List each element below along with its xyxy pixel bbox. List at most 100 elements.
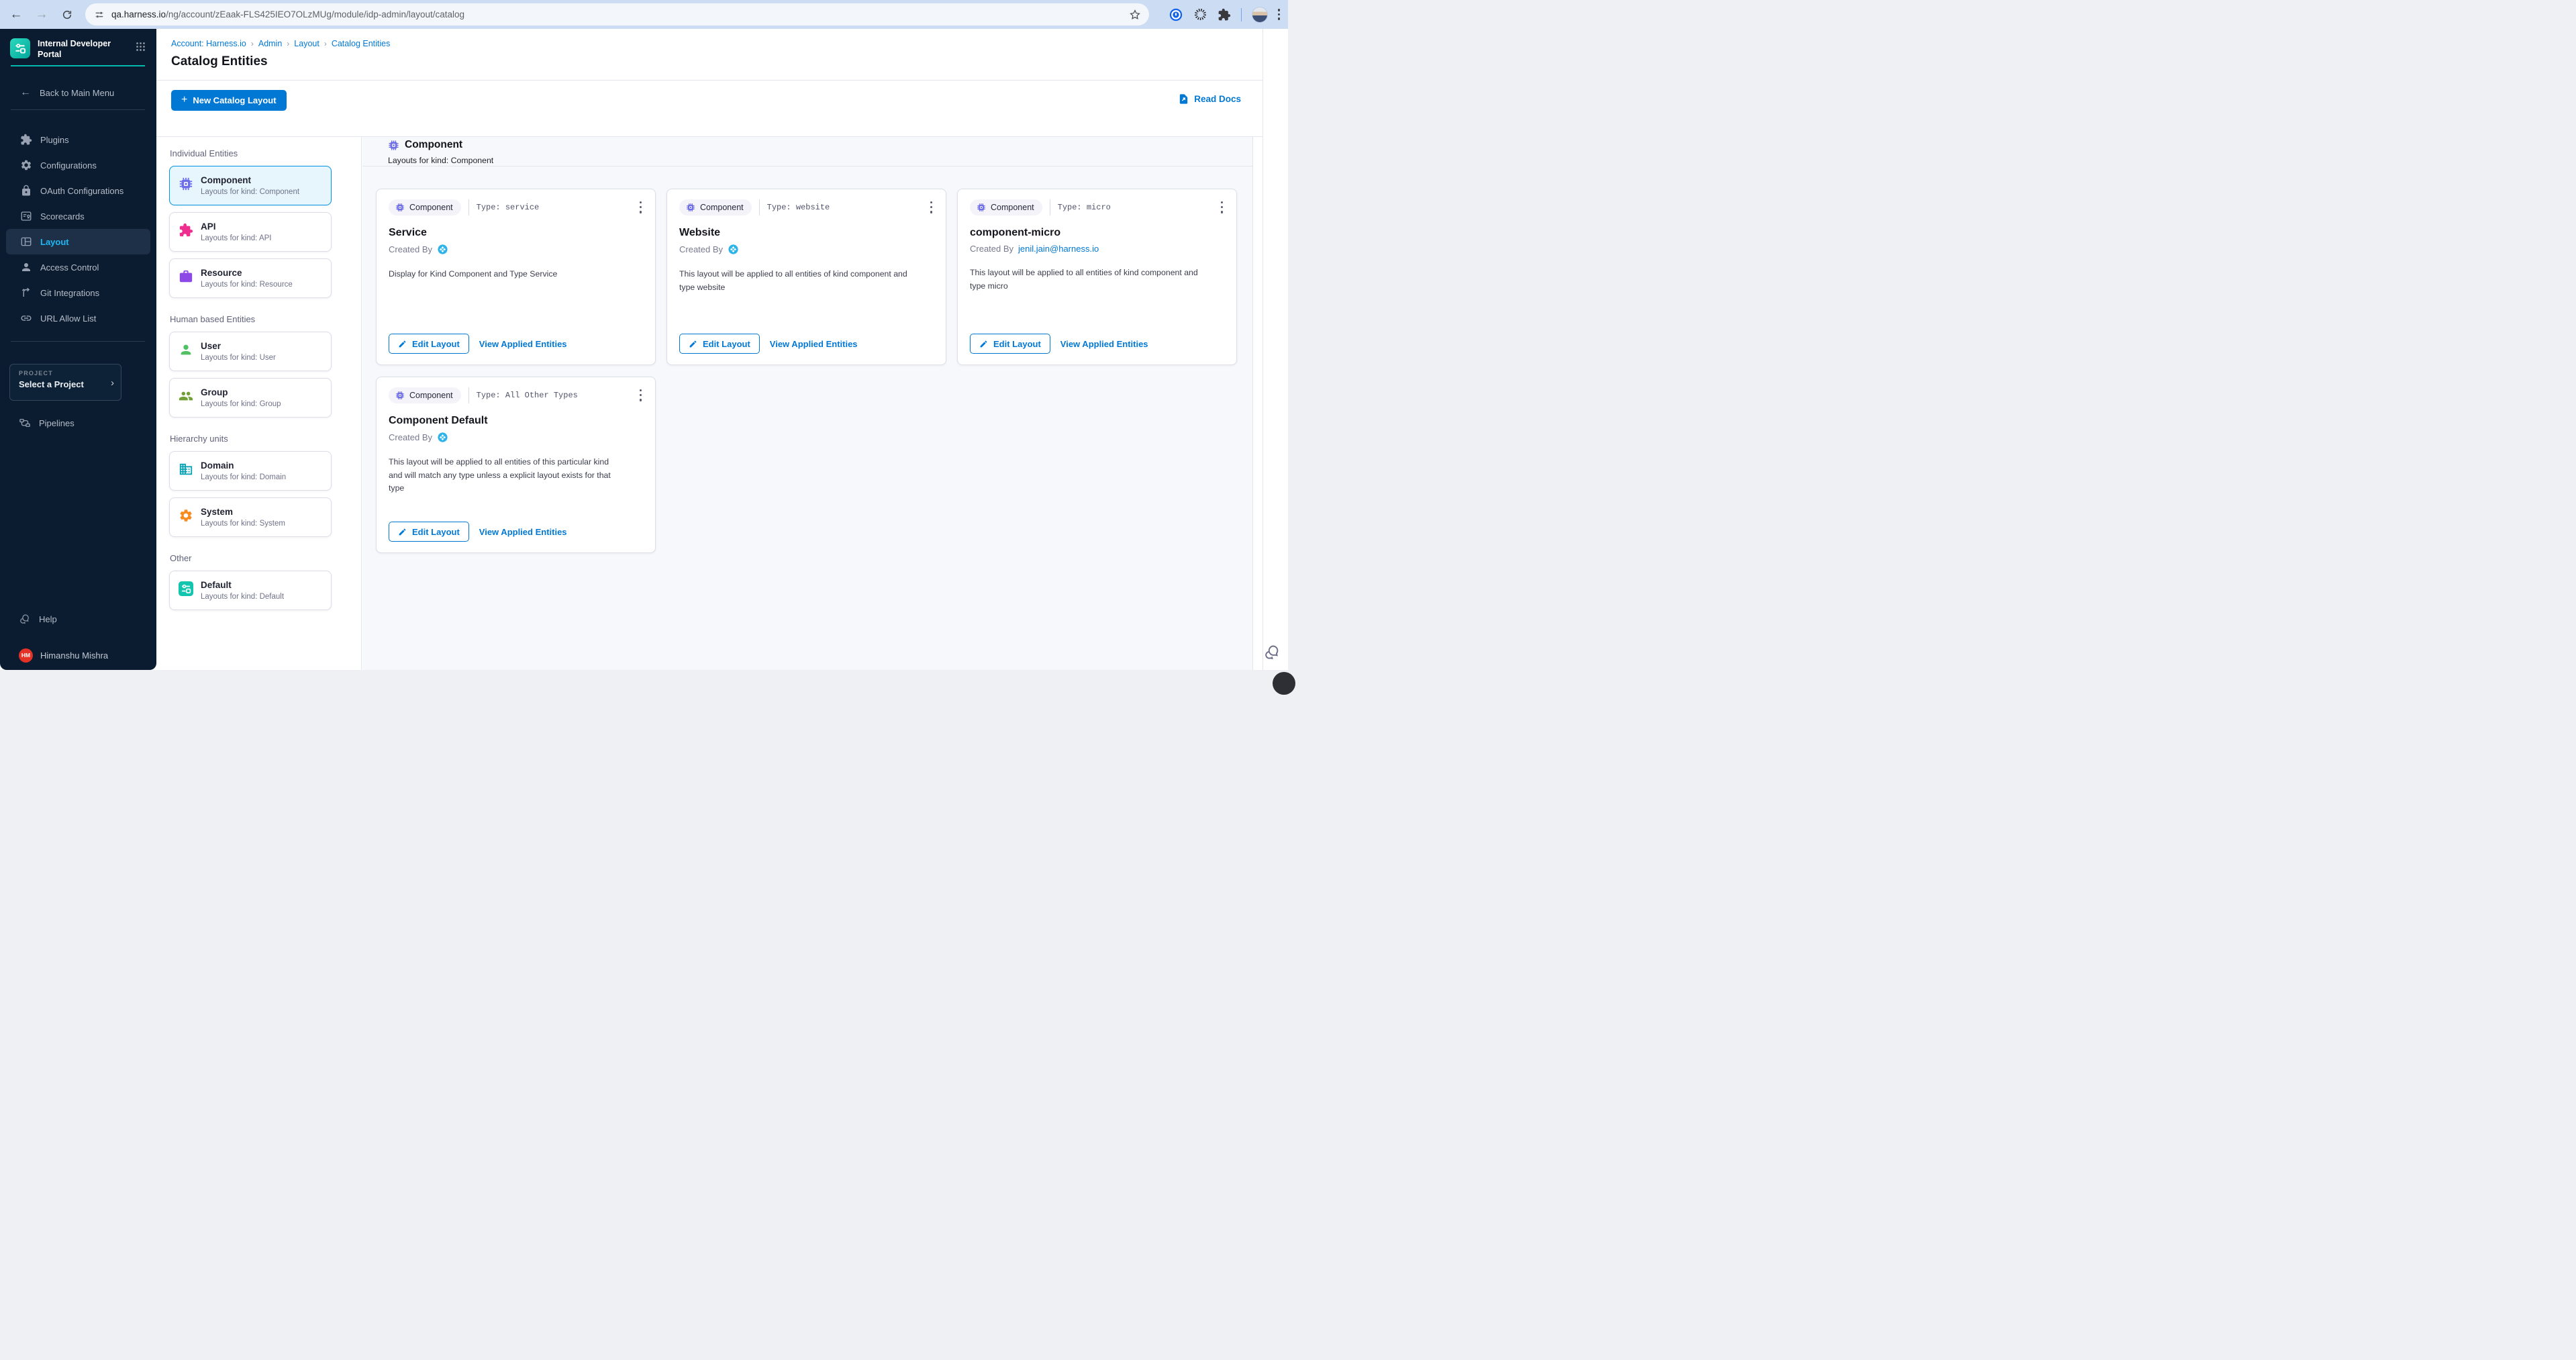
tune-icon[interactable] (94, 9, 105, 20)
gear-icon (20, 159, 32, 171)
type-text: Type: micro (1058, 203, 1111, 212)
harness-creator-icon (728, 244, 739, 255)
module-grid-icon[interactable] (135, 41, 146, 52)
pencil-icon (398, 340, 407, 348)
layout-description: This layout will be applied to all entit… (389, 456, 623, 495)
user-person-icon (179, 342, 193, 357)
view-applied-entities-link[interactable]: View Applied Entities (1060, 339, 1148, 349)
resource-bag-icon (179, 269, 193, 284)
created-by-label: Created By (389, 432, 432, 442)
created-by-label: Created By (389, 244, 432, 254)
browser-reload-icon[interactable] (58, 6, 76, 23)
created-by-label: Created By (970, 244, 1013, 254)
support-chat-icon[interactable] (1263, 643, 1281, 661)
edit-layout-button[interactable]: Edit Layout (970, 334, 1050, 354)
pipelines-icon (19, 417, 31, 429)
extensions-puzzle-icon[interactable] (1218, 8, 1231, 21)
kind-badge: Component (389, 387, 461, 403)
view-applied-entities-link[interactable]: View Applied Entities (770, 339, 858, 349)
breadcrumb-layout[interactable]: Layout (294, 39, 319, 48)
entity-item-default[interactable]: Default Layouts for kind: Default (169, 571, 332, 610)
layout-title: Website (679, 227, 934, 239)
section-label: Other (170, 553, 361, 563)
sidebar-item-layout[interactable]: Layout (6, 229, 150, 254)
new-catalog-layout-button[interactable]: + New Catalog Layout (171, 90, 287, 111)
main-content: Account: Harness.io › Admin › Layout › C… (156, 29, 1288, 670)
read-docs-link[interactable]: Read Docs (1178, 93, 1241, 105)
layouts-panel: Component Layouts for kind: Component Co… (362, 137, 1253, 670)
breadcrumb-account[interactable]: Account: Harness.io (171, 39, 246, 48)
card-menu-icon[interactable] (928, 199, 935, 216)
loom-extension-icon[interactable] (1193, 7, 1207, 21)
back-to-main-menu[interactable]: ← Back to Main Menu (20, 87, 114, 99)
component-chip-icon (977, 203, 986, 212)
plus-icon: + (181, 94, 187, 106)
entity-item-group[interactable]: Group Layouts for kind: Group (169, 378, 332, 418)
sidebar-item-configurations[interactable]: Configurations (0, 152, 156, 178)
kind-title: Component (405, 139, 462, 151)
page-title: Catalog Entities (171, 54, 268, 69)
sidebar-divider (11, 109, 145, 110)
card-menu-icon[interactable] (1218, 199, 1226, 216)
entity-item-user[interactable]: User Layouts for kind: User (169, 332, 332, 371)
edit-layout-button[interactable]: Edit Layout (679, 334, 760, 354)
sidebar-item-help[interactable]: Help (0, 606, 156, 632)
sidebar-item-plugins[interactable]: Plugins (0, 127, 156, 152)
breadcrumb-admin[interactable]: Admin (258, 39, 282, 48)
component-chip-icon (388, 140, 399, 151)
url-text: qa.harness.io/ng/account/zEaak-FLS425IEO… (111, 9, 1129, 19)
card-menu-icon[interactable] (637, 387, 644, 404)
kind-badge: Component (679, 199, 752, 215)
browser-forward-icon[interactable]: → (33, 6, 50, 23)
breadcrumb-catalog-entities[interactable]: Catalog Entities (332, 39, 391, 48)
bookmark-star-icon[interactable] (1129, 9, 1141, 21)
pencil-icon (979, 340, 988, 348)
view-applied-entities-link[interactable]: View Applied Entities (479, 339, 567, 349)
browser-menu-icon[interactable] (1278, 9, 1281, 20)
divider (759, 199, 760, 215)
entity-item-system[interactable]: System Layouts for kind: System (169, 497, 332, 537)
layout-description: This layout will be applied to all entit… (970, 266, 1204, 293)
layout-title: Service (389, 227, 643, 239)
layout-title: component-micro (970, 227, 1224, 239)
divider (468, 199, 469, 215)
entity-item-domain[interactable]: Domain Layouts for kind: Domain (169, 451, 332, 491)
view-applied-entities-link[interactable]: View Applied Entities (479, 527, 567, 537)
url-bar[interactable]: qa.harness.io/ng/account/zEaak-FLS425IEO… (85, 3, 1149, 26)
sidebar-divider (11, 341, 145, 342)
user-profile[interactable]: HM Himanshu Mishra (0, 642, 156, 668)
person-icon (20, 261, 32, 273)
layout-description: Display for Kind Component and Type Serv… (389, 268, 623, 281)
project-selector[interactable]: PROJECT Select a Project › (9, 364, 121, 401)
entity-item-component[interactable]: Component Layouts for kind: Component (169, 166, 332, 205)
sidebar-item-access-control[interactable]: Access Control (0, 254, 156, 280)
default-logo-icon (179, 581, 193, 596)
edit-layout-button[interactable]: Edit Layout (389, 334, 469, 354)
entity-item-resource[interactable]: Resource Layouts for kind: Resource (169, 258, 332, 298)
system-gear-icon (179, 508, 193, 523)
sidebar-item-url-allow-list[interactable]: URL Allow List (0, 305, 156, 331)
layout-card-component-micro: Component Type: micro component-micro Cr… (957, 189, 1237, 365)
puzzle-icon (20, 134, 32, 146)
sidebar-item-pipelines[interactable]: Pipelines (0, 410, 156, 436)
scorecard-icon (20, 210, 32, 222)
sidebar: Internal Developer Portal ← Back to Main… (0, 29, 156, 670)
sidebar-item-git-integrations[interactable]: Git Integrations (0, 280, 156, 305)
creator-email-link[interactable]: jenil.jain@harness.io (1018, 244, 1099, 254)
layout-cards-grid: Component Type: service Service Created … (376, 189, 1237, 553)
card-menu-icon[interactable] (637, 199, 644, 216)
chevron-right-icon: › (111, 377, 114, 389)
sidebar-item-oauth-configurations[interactable]: OAuth Configurations (0, 178, 156, 203)
browser-back-icon[interactable]: ← (7, 6, 25, 23)
entity-item-api[interactable]: API Layouts for kind: API (169, 212, 332, 252)
edit-layout-button[interactable]: Edit Layout (389, 522, 469, 542)
password-manager-extension-icon[interactable] (1169, 7, 1183, 22)
kind-badge: Component (389, 199, 461, 215)
browser-profile-avatar[interactable] (1252, 7, 1268, 23)
layout-title: Component Default (389, 415, 643, 427)
corner-widget[interactable] (1273, 672, 1295, 695)
type-text: Type: All Other Types (477, 391, 578, 400)
group-people-icon (179, 389, 193, 403)
component-chip-icon (395, 203, 405, 212)
sidebar-item-scorecards[interactable]: Scorecards (0, 203, 156, 229)
